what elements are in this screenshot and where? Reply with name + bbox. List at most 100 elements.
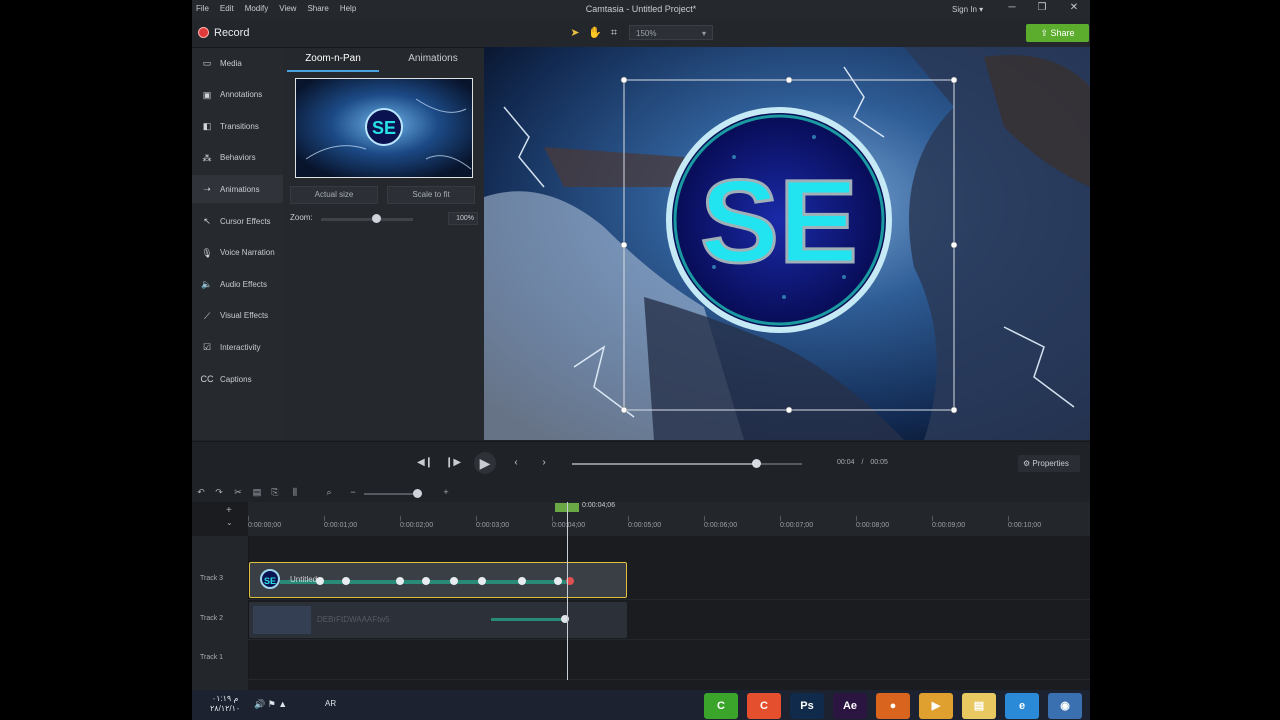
interactivity-icon: ☑ (202, 342, 212, 353)
copy-icon[interactable]: ▤ (250, 487, 264, 500)
media-player-icon[interactable]: ▶ (919, 693, 953, 719)
timeline-scrollbar[interactable] (248, 682, 1090, 690)
track-2-label[interactable]: Track 2 (200, 615, 223, 622)
step-back-icon[interactable]: ◀❙ (416, 454, 434, 472)
canvas-image: SE (484, 47, 1090, 440)
language-indicator[interactable]: AR (325, 699, 336, 708)
track-3-clip[interactable]: SE Untitled c (249, 562, 627, 598)
zoom-out-icon[interactable]: − (346, 487, 360, 500)
folder-icon[interactable]: ▤ (962, 693, 996, 719)
ruler-tick-label: 0:00:02;00 (400, 522, 434, 529)
ruler-tick-mark (704, 516, 705, 521)
ruler-tick-mark (324, 516, 325, 521)
sidebar-item-captions[interactable]: CC Captions (192, 365, 283, 393)
preview-canvas[interactable]: SE (484, 47, 1090, 440)
sidebar-item-media[interactable]: ▭ Media (192, 49, 283, 77)
properties-label: Properties (1032, 459, 1069, 468)
track-3-row[interactable]: SE Untitled c (248, 561, 1090, 600)
gear-icon: ⚙ (1023, 459, 1031, 468)
select-tool-icon[interactable]: ➤ (568, 26, 582, 40)
collapse-tracks-icon[interactable]: ⌄ (226, 518, 233, 527)
track-2-clip[interactable]: DEBrFtDWAAAFtw5 (249, 602, 627, 638)
redo-icon[interactable]: ↷ (212, 487, 226, 500)
track-1-label[interactable]: Track 1 (200, 654, 223, 661)
canvas-zoom-select[interactable]: 150% ▾ (629, 25, 713, 40)
add-track-icon[interactable]: + (226, 505, 232, 516)
ruler-tick-label: 0:00:04;00 (552, 522, 586, 529)
zoom-pan-preview[interactable]: SE (295, 78, 473, 178)
actual-size-button[interactable]: Actual size (290, 186, 378, 204)
properties-button[interactable]: ⚙ Properties (1018, 455, 1080, 472)
frame-forward-icon[interactable]: ❙▶ (444, 454, 462, 472)
camtasia-recorder-icon[interactable]: C (747, 693, 781, 719)
sidebar-item-animations[interactable]: ➝ Animations (192, 175, 285, 204)
track-2-animation (491, 618, 563, 621)
zoom-value-field[interactable]: 100% (448, 212, 478, 225)
previous-frame-icon[interactable]: ‹ (507, 454, 525, 472)
next-frame-icon[interactable]: › (535, 454, 553, 472)
sidebar-item-interactivity[interactable]: ☑ Interactivity (192, 333, 283, 361)
share-button[interactable]: ⇪ Share (1026, 24, 1089, 42)
windows-taskbar: م ٠١:١٩ ٢٨/١٢/١٠ 🔊 ⚑ ▲ AR C C Ps Ae ● ▶ ▤ e ◉ (192, 690, 1090, 720)
clock-time[interactable]: م ٠١:١٩ (210, 694, 240, 704)
zoom-slider-track[interactable] (321, 218, 413, 221)
keyframe-marker[interactable] (478, 577, 486, 585)
photoshop-icon[interactable]: Ps (790, 693, 824, 719)
crop-tool-icon[interactable]: ⌗ (607, 26, 621, 40)
annotation-icon: ▣ (202, 89, 212, 100)
keyframe-marker[interactable] (554, 577, 562, 585)
clock-date[interactable]: ٢٨/١٢/١٠ (210, 704, 240, 714)
search-icon[interactable]: ⌕ (322, 487, 336, 500)
keyframe-marker[interactable] (422, 577, 430, 585)
record-icon[interactable] (198, 27, 209, 38)
playhead[interactable] (567, 502, 568, 680)
sidebar-item-label: Annotations (220, 90, 263, 100)
close-button[interactable]: ✕ (1064, 2, 1084, 16)
zoom-in-icon[interactable]: + (439, 487, 453, 500)
track-2-row[interactable]: DEBrFtDWAAAFtw5 (248, 601, 1090, 640)
play-button[interactable]: ▶ (474, 452, 496, 474)
tab-animations[interactable]: Animations (387, 48, 479, 70)
scrubber-handle[interactable] (752, 459, 761, 468)
sidebar-item-label: Visual Effects (220, 311, 269, 321)
minimize-button[interactable]: ─ (1002, 2, 1022, 16)
sidebar-item-audio-effects[interactable]: 🔈 Audio Effects (192, 270, 283, 298)
pan-tool-icon[interactable]: ✋ (588, 26, 602, 40)
internet-explorer-icon[interactable]: e (1005, 693, 1039, 719)
paste-icon[interactable]: ⎘ (268, 487, 282, 500)
split-icon[interactable]: ⫼ (288, 487, 302, 500)
sidebar-item-label: Transitions (220, 121, 259, 131)
firefox-icon[interactable]: ● (876, 693, 910, 719)
cut-icon[interactable]: ✂ (231, 487, 245, 500)
after-effects-icon[interactable]: Ae (833, 693, 867, 719)
tab-zoom-n-pan[interactable]: Zoom-n-Pan (287, 48, 379, 72)
keyframe-marker[interactable] (450, 577, 458, 585)
maximize-button[interactable]: ❐ (1032, 2, 1052, 16)
sidebar-item-cursor-effects[interactable]: ↖ Cursor Effects (192, 207, 283, 235)
timeline-zoom-handle[interactable] (413, 489, 422, 498)
camtasia-green-icon[interactable]: C (704, 693, 738, 719)
keyframe-marker[interactable] (342, 577, 350, 585)
zoom-slider-handle[interactable] (372, 214, 382, 223)
sign-in-button[interactable]: Sign In ▾ (952, 5, 983, 14)
keyframe-marker[interactable] (518, 577, 526, 585)
wand-icon: ⟋ (203, 310, 211, 321)
sidebar-item-visual-effects[interactable]: ⟋ Visual Effects (192, 302, 283, 330)
keyframe-marker[interactable] (396, 577, 404, 585)
record-button[interactable]: Record (214, 27, 249, 39)
sidebar-item-transitions[interactable]: ◧ Transitions (192, 112, 283, 140)
sidebar-item-annotations[interactable]: ▣ Annotations (192, 81, 283, 109)
sidebar-item-behaviors[interactable]: ⁂ Behaviors (192, 144, 283, 172)
time-ruler[interactable]: 0:00:00;00 0:00:01;00 0:00:02;00 0:00:03;00… (248, 502, 1090, 536)
scale-to-fit-button[interactable]: Scale to fit (387, 186, 475, 204)
undo-icon[interactable]: ↶ (194, 487, 208, 500)
timeline-zoom-track[interactable] (364, 493, 418, 495)
keyframe-marker[interactable] (316, 577, 324, 585)
sidebar-item-label: Audio Effects (220, 279, 267, 289)
sidebar-item-voice-narration[interactable]: 🎙 Voice Narration (192, 239, 283, 267)
track-1-row[interactable] (248, 641, 1090, 680)
start-orb-icon[interactable]: ◉ (1048, 693, 1082, 719)
track-3-label[interactable]: Track 3 (200, 575, 223, 582)
sidebar-item-label: Animations (220, 184, 260, 194)
tray-icons[interactable]: 🔊 ⚑ ▲ (254, 699, 287, 710)
